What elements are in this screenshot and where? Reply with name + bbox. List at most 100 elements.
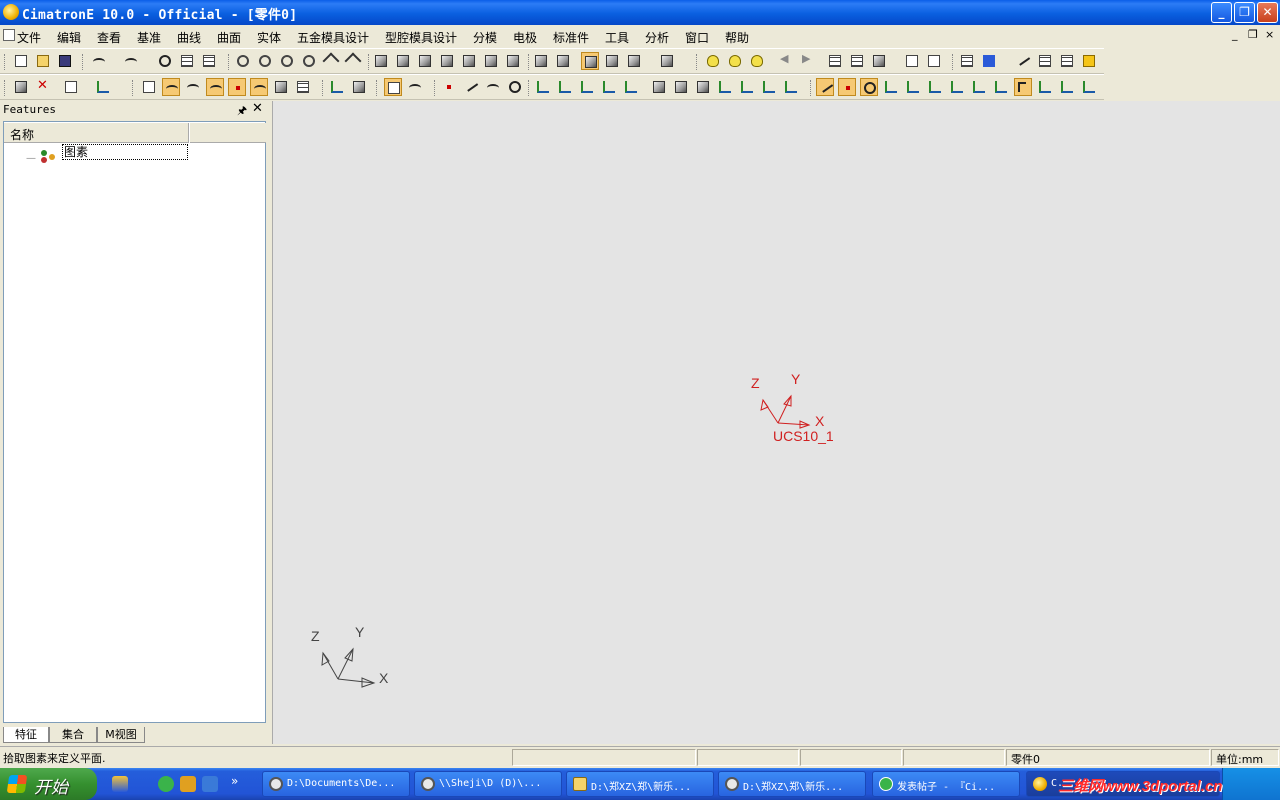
material-button[interactable] bbox=[1080, 52, 1098, 70]
menu-mold-design[interactable]: 型腔模具设计 bbox=[385, 29, 457, 46]
xyz-button[interactable] bbox=[1058, 78, 1076, 96]
minimize-button[interactable]: _ bbox=[1211, 2, 1232, 23]
pen-button[interactable] bbox=[1014, 52, 1032, 70]
menu-parting[interactable]: 分模 bbox=[473, 29, 497, 46]
toolbar-grip[interactable] bbox=[368, 54, 371, 70]
offset-button[interactable] bbox=[760, 78, 778, 96]
snap-intersection-button[interactable] bbox=[926, 78, 944, 96]
menu-electrode[interactable]: 电极 bbox=[513, 29, 537, 46]
shaded-wireframe-button[interactable] bbox=[581, 52, 599, 70]
system-tray[interactable] bbox=[1222, 768, 1280, 800]
mdi-restore-button[interactable]: ❐ bbox=[1248, 28, 1258, 41]
sketcher-button[interactable] bbox=[384, 78, 402, 96]
close-panel-button[interactable]: ✕ bbox=[252, 101, 263, 116]
taskbar-item[interactable]: 发表帖子 - 『Ci... bbox=[872, 771, 1020, 797]
feature-tree[interactable]: 名称 — 图素 bbox=[3, 121, 266, 723]
menu-curve[interactable]: 曲线 bbox=[177, 29, 201, 46]
menu-solid[interactable]: 实体 bbox=[257, 29, 281, 46]
menu-standard-parts[interactable]: 标准件 bbox=[553, 29, 589, 46]
zoom-button[interactable] bbox=[300, 52, 318, 70]
circle-button[interactable] bbox=[506, 78, 524, 96]
frame-button[interactable] bbox=[1036, 78, 1054, 96]
start-button[interactable]: 开始 bbox=[0, 768, 97, 800]
menu-file[interactable]: 文件 bbox=[17, 29, 41, 46]
graphics-viewport[interactable]: Z Y X UCS10_1 Z Y X bbox=[272, 101, 1280, 744]
filter-all-button[interactable] bbox=[140, 78, 158, 96]
view-back-button[interactable] bbox=[504, 52, 522, 70]
toolbar-grip[interactable] bbox=[952, 54, 955, 70]
surface-patch-button[interactable] bbox=[650, 78, 668, 96]
back-button[interactable]: ◀ bbox=[776, 52, 794, 70]
toolbar-grip[interactable] bbox=[322, 80, 325, 96]
view-section-button[interactable] bbox=[554, 52, 572, 70]
undo-button[interactable] bbox=[90, 52, 108, 70]
redo-button[interactable] bbox=[122, 52, 140, 70]
toolbar-grip[interactable] bbox=[82, 54, 85, 70]
pick-mode-button[interactable] bbox=[94, 78, 112, 96]
mdi-minimize-button[interactable]: _ bbox=[1232, 28, 1238, 41]
view-top-button[interactable] bbox=[394, 52, 412, 70]
snap-plane-button[interactable] bbox=[904, 78, 922, 96]
ie-icon[interactable] bbox=[158, 776, 174, 792]
taskbar-item[interactable]: D:\郑XZ\郑\新乐... bbox=[566, 771, 714, 797]
document-icon[interactable] bbox=[3, 29, 15, 41]
pick-filter-button[interactable] bbox=[62, 78, 80, 96]
menu-analysis[interactable]: 分析 bbox=[645, 29, 669, 46]
menu-window[interactable]: 窗口 bbox=[685, 29, 709, 46]
column-header-blank[interactable] bbox=[190, 123, 266, 143]
snap-center-button[interactable] bbox=[860, 78, 878, 96]
taskbar-item[interactable]: D:\Documents\De... bbox=[262, 771, 410, 797]
toolbar-grip[interactable] bbox=[4, 54, 7, 70]
light-on-button[interactable] bbox=[726, 52, 744, 70]
snap-tangent-button[interactable] bbox=[882, 78, 900, 96]
forward-button[interactable]: ▶ bbox=[798, 52, 816, 70]
settings-button[interactable] bbox=[870, 52, 888, 70]
color-button[interactable] bbox=[980, 52, 998, 70]
view-iso-button[interactable] bbox=[372, 52, 390, 70]
taskbar-item[interactable]: \\Sheji\D (D)\... bbox=[414, 771, 562, 797]
toolbar-grip[interactable] bbox=[810, 80, 813, 96]
taskbar-item[interactable]: D:\郑XZ\郑\新乐... bbox=[718, 771, 866, 797]
view-bottom-button[interactable] bbox=[482, 52, 500, 70]
render-mode-button[interactable] bbox=[658, 52, 676, 70]
menu-surface[interactable]: 曲面 bbox=[217, 29, 241, 46]
light-off-button[interactable] bbox=[748, 52, 766, 70]
view-left-button[interactable] bbox=[460, 52, 478, 70]
filter-surfaces-button[interactable] bbox=[250, 78, 268, 96]
delete-button[interactable]: ✕ bbox=[34, 78, 52, 96]
restore-button[interactable]: ❐ bbox=[1234, 2, 1255, 23]
quicklaunch-more-icon[interactable]: » bbox=[231, 774, 238, 788]
menu-datum[interactable]: 基准 bbox=[137, 29, 161, 46]
sweep-button[interactable] bbox=[716, 78, 734, 96]
spline-button[interactable] bbox=[484, 78, 502, 96]
boundary-button[interactable] bbox=[738, 78, 756, 96]
point-button[interactable] bbox=[440, 78, 458, 96]
tab-m-views[interactable]: M视图 bbox=[97, 727, 145, 743]
desktop-icon[interactable] bbox=[202, 776, 218, 792]
hidden-line-button[interactable] bbox=[603, 52, 621, 70]
zoom-window-button[interactable] bbox=[256, 52, 274, 70]
viewport-canvas[interactable] bbox=[273, 101, 1280, 744]
pan-button[interactable] bbox=[322, 52, 340, 70]
column-header-name[interactable]: 名称 bbox=[4, 123, 189, 143]
menu-help[interactable]: 帮助 bbox=[725, 29, 749, 46]
composite-curve-button[interactable] bbox=[406, 78, 424, 96]
new-file-button[interactable] bbox=[12, 52, 30, 70]
layers-button[interactable] bbox=[958, 52, 976, 70]
select-button[interactable] bbox=[12, 78, 30, 96]
line-button[interactable] bbox=[462, 78, 480, 96]
open-file-button[interactable] bbox=[34, 52, 52, 70]
zoom-all-button[interactable] bbox=[234, 52, 252, 70]
snap-off-button[interactable] bbox=[948, 78, 966, 96]
filter-faces-button[interactable] bbox=[184, 78, 202, 96]
ucs-axis-button[interactable] bbox=[992, 78, 1010, 96]
chamfer-button[interactable] bbox=[556, 78, 574, 96]
hierarchy2-button[interactable] bbox=[200, 52, 218, 70]
menu-die-design[interactable]: 五金模具设计 bbox=[297, 29, 369, 46]
hierarchy-button[interactable] bbox=[178, 52, 196, 70]
view-front-button[interactable] bbox=[416, 52, 434, 70]
pin-icon[interactable]: 🖈 bbox=[237, 102, 247, 121]
delta-button[interactable] bbox=[1080, 78, 1098, 96]
tab-sets[interactable]: 集合 bbox=[49, 727, 97, 743]
pick-chain-button[interactable] bbox=[328, 78, 346, 96]
